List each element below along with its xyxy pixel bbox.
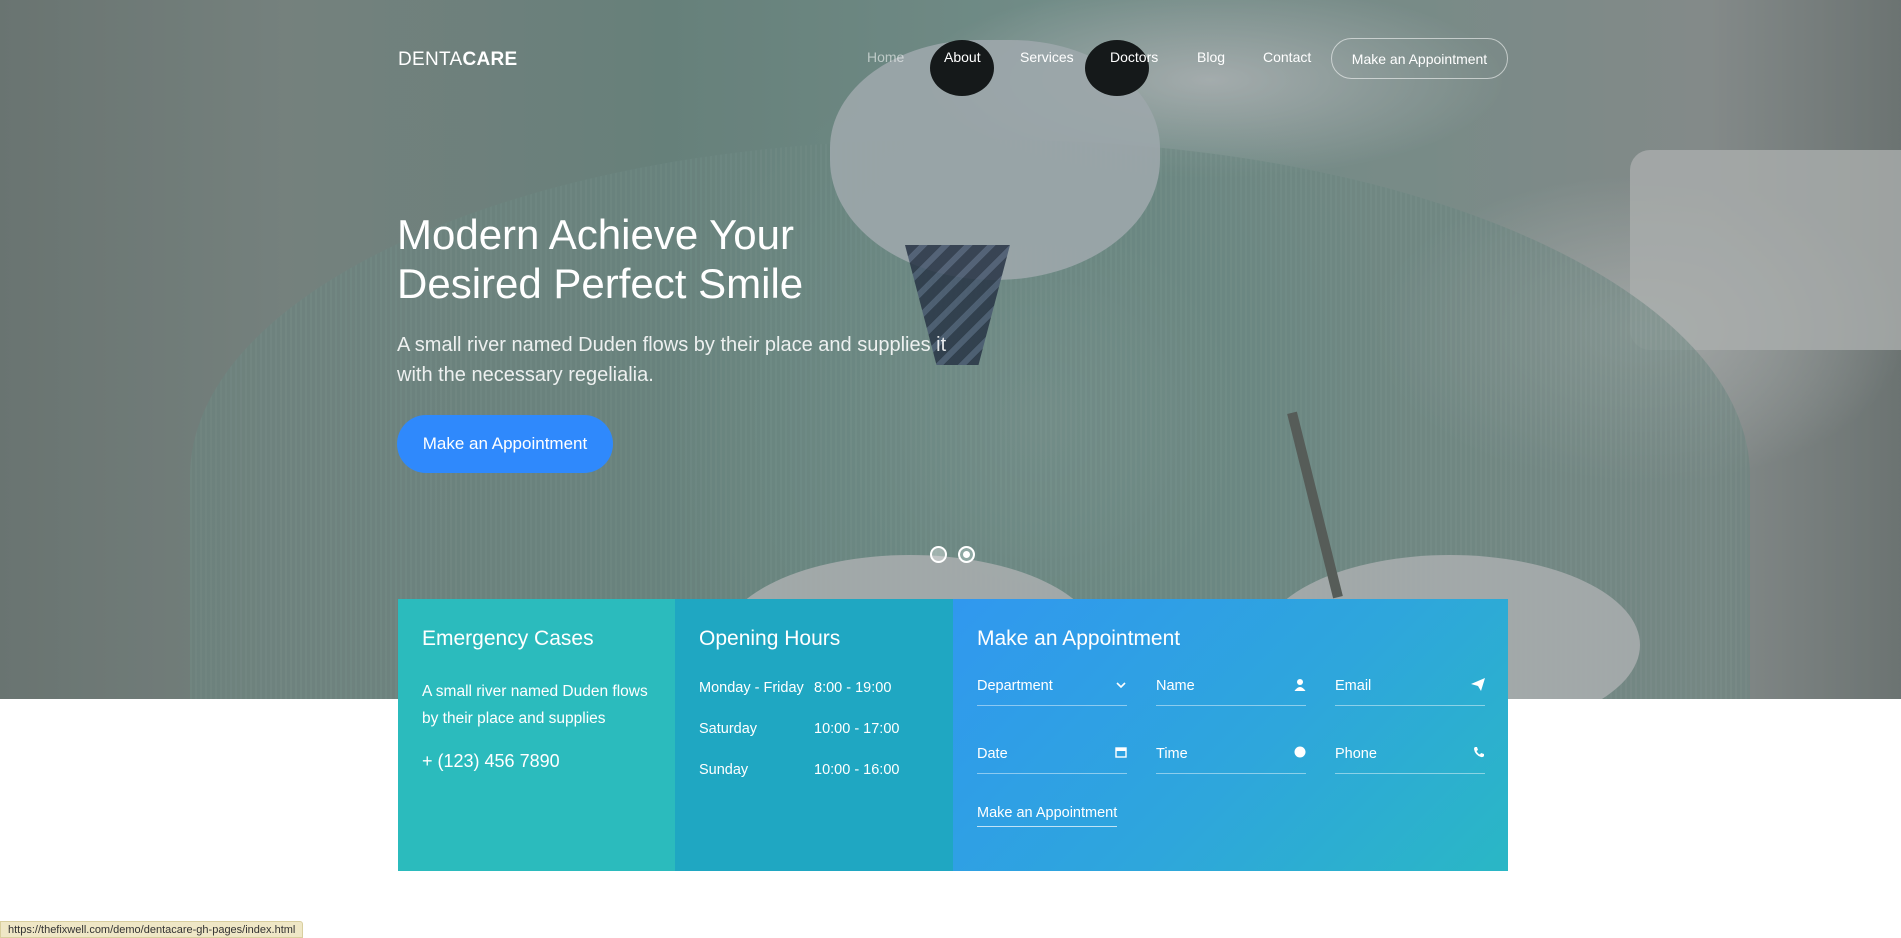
hours-day: Monday - Friday — [699, 680, 804, 696]
calendar-icon — [1115, 746, 1127, 761]
nav-blog[interactable]: Blog — [1197, 49, 1225, 65]
hours-time: 10:00 - 17:00 — [814, 721, 900, 737]
nav-about[interactable]: About — [944, 49, 981, 65]
hero-section: DENTACARE Home About Services Doctors Bl… — [0, 0, 1901, 699]
appointment-form: Make an Appointment Department Name Emai… — [953, 599, 1508, 871]
nav-appointment-button[interactable]: Make an Appointment — [1331, 38, 1508, 79]
nav-home[interactable]: Home — [867, 49, 904, 65]
hero-appointment-button[interactable]: Make an Appointment — [397, 415, 613, 473]
email-label: Email — [1335, 678, 1372, 694]
hours-row: Saturday 10:00 - 17:00 — [699, 721, 899, 737]
phone-icon — [1473, 746, 1485, 761]
clock-icon — [1294, 746, 1306, 761]
date-field[interactable]: Date — [977, 746, 1127, 774]
date-label: Date — [977, 746, 1008, 762]
carousel-dot-1[interactable] — [930, 546, 947, 563]
emergency-phone[interactable]: + (123) 456 7890 — [422, 751, 560, 772]
emergency-title: Emergency Cases — [422, 627, 594, 650]
browser-status-bar: https://thefixwell.com/demo/dentacare-gh… — [0, 921, 304, 938]
logo-bold: CARE — [462, 49, 518, 70]
email-field[interactable]: Email — [1335, 678, 1485, 706]
hero-title-line2: Desired Perfect Smile — [397, 260, 804, 307]
nav-doctors[interactable]: Doctors — [1110, 49, 1158, 65]
chevron-down-icon — [1115, 678, 1127, 693]
hours-time: 8:00 - 19:00 — [814, 680, 892, 696]
appointment-submit-button[interactable]: Make an Appointment — [977, 805, 1118, 827]
logo-light: DENTA — [398, 49, 463, 70]
site-logo[interactable]: DENTACARE — [398, 49, 518, 71]
nav-contact[interactable]: Contact — [1263, 49, 1311, 65]
hours-day: Sunday — [699, 762, 749, 778]
hours-time: 10:00 - 16:00 — [814, 762, 900, 778]
time-label: Time — [1156, 746, 1188, 762]
user-icon — [1294, 678, 1306, 694]
emergency-text: A small river named Duden flows by their… — [422, 683, 648, 727]
phone-label: Phone — [1335, 746, 1377, 762]
appointment-title: Make an Appointment — [977, 627, 1181, 650]
name-field[interactable]: Name — [1156, 678, 1306, 706]
time-field[interactable]: Time — [1156, 746, 1306, 774]
phone-field[interactable]: Phone — [1335, 746, 1485, 774]
department-label: Department — [977, 678, 1053, 694]
hours-day: Saturday — [699, 721, 758, 737]
opening-hours-box: Opening Hours Monday - Friday 8:00 - 19:… — [675, 599, 953, 871]
hours-row: Sunday 10:00 - 16:00 — [699, 762, 899, 778]
hero-title-line1: Modern Achieve Your — [397, 211, 794, 258]
carousel-dot-2[interactable] — [958, 546, 975, 563]
nav-services[interactable]: Services — [1020, 49, 1074, 65]
hours-row: Monday - Friday 8:00 - 19:00 — [699, 680, 891, 696]
hero-subtitle: A small river named Duden flows by their… — [397, 334, 947, 386]
department-select[interactable]: Department — [977, 678, 1127, 706]
hours-title: Opening Hours — [699, 627, 841, 650]
name-label: Name — [1156, 678, 1195, 694]
hero-title: Modern Achieve Your Desired Perfect Smil… — [397, 210, 957, 308]
emergency-box: Emergency Cases A small river named Dude… — [398, 599, 675, 871]
paper-plane-icon — [1471, 678, 1485, 694]
